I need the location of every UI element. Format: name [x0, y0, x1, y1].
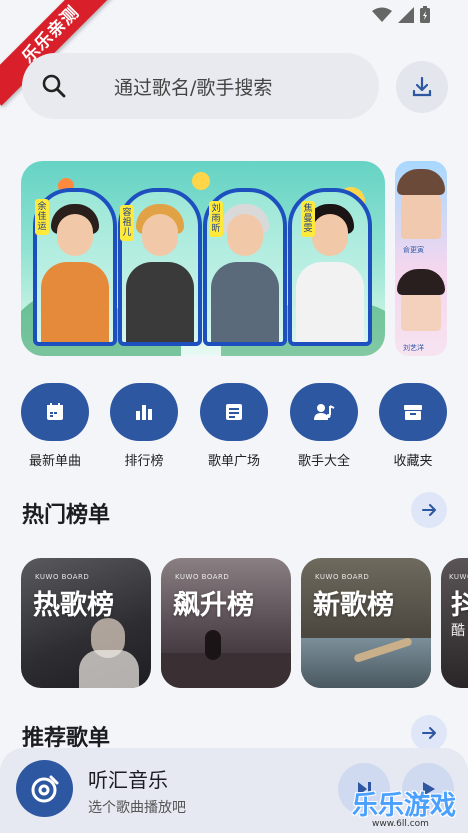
chart-card-hot[interactable]: KUWO BOARD 热歌榜: [21, 558, 151, 688]
nav-latest-singles-button[interactable]: [21, 383, 89, 441]
download-icon: [412, 76, 432, 97]
singer-tag: 余佳运: [35, 199, 49, 235]
chart-card-partial[interactable]: KUWO 抖 酷: [441, 558, 468, 688]
nav-latest-singles[interactable]: 最新单曲: [21, 383, 89, 469]
calendar-icon: [47, 403, 63, 420]
nav-label: 歌单广场: [207, 454, 260, 469]
playlist-icon: [226, 404, 242, 420]
arrow-right-icon: [422, 504, 436, 516]
nav-playlist-square[interactable]: 歌单广场: [200, 383, 268, 469]
singer-tag: 焦曼雯: [301, 201, 315, 237]
arrow-right-icon: [422, 727, 436, 739]
download-button[interactable]: [396, 61, 448, 113]
featured-banner[interactable]: 余佳运 容祖儿 刘雨昕 焦曼雯: [21, 161, 385, 356]
nav-playlist-square-button[interactable]: [200, 383, 268, 441]
side-singer-tag: 俞更寅: [403, 246, 424, 254]
card-board-label: KUWO BOARD: [315, 573, 370, 581]
watermark-text: 乐乐游戏: [352, 791, 457, 821]
status-icons: [372, 6, 430, 23]
side-singer-tag: 刘艺洋: [403, 344, 424, 352]
hot-charts-more-button[interactable]: [411, 492, 447, 528]
chart-card-rising[interactable]: KUWO BOARD 飙升榜: [161, 558, 291, 688]
watermark-logo: 乐乐游戏 www.6ll.com: [352, 785, 468, 833]
player-disc[interactable]: [16, 760, 73, 817]
card-title: 新歌榜: [313, 590, 394, 621]
music-disc-icon: [31, 775, 58, 802]
hot-charts-title: 热门榜单: [22, 503, 111, 528]
bar-chart-icon: [136, 405, 152, 420]
player-title: 听汇音乐: [88, 768, 168, 792]
card-title: 飙升榜: [173, 590, 254, 621]
search-placeholder[interactable]: 通过歌名/歌手搜索: [114, 73, 272, 100]
nav-favorites-button[interactable]: [379, 383, 447, 441]
battery-icon: [420, 6, 430, 23]
archive-icon: [404, 405, 422, 420]
card-board-label: KUWO: [449, 573, 468, 581]
card-title: 热歌榜: [33, 590, 114, 621]
card-subtitle: 酷: [451, 623, 465, 639]
nav-rankings[interactable]: 排行榜: [110, 383, 178, 469]
nav-singers[interactable]: 歌手大全: [290, 383, 358, 469]
nav-rankings-button[interactable]: [110, 383, 178, 441]
search-icon: [22, 73, 86, 99]
watermark-url: www.6ll.com: [372, 819, 429, 829]
card-title: 抖: [451, 590, 468, 621]
nav-label: 歌手大全: [297, 454, 350, 469]
nav-singers-button[interactable]: [290, 383, 358, 441]
nav-label: 收藏夹: [393, 454, 433, 469]
singer-tag: 容祖儿: [120, 205, 134, 241]
signal-icon: [398, 6, 414, 23]
singer-icon: [314, 404, 335, 420]
chart-card-new[interactable]: KUWO BOARD 新歌榜: [301, 558, 431, 688]
nav-label: 最新单曲: [28, 454, 81, 469]
wifi-icon: [372, 7, 392, 22]
singer-tag: 刘雨昕: [209, 201, 223, 237]
next-banner-preview[interactable]: 俞更寅 刘艺洋: [395, 161, 447, 356]
nav-label: 排行榜: [124, 454, 164, 469]
card-board-label: KUWO BOARD: [35, 573, 90, 581]
search-bar[interactable]: 通过歌名/歌手搜索: [22, 53, 379, 119]
nav-favorites[interactable]: 收藏夹: [379, 383, 447, 469]
card-board-label: KUWO BOARD: [175, 573, 230, 581]
player-subtitle: 选个歌曲播放吧: [88, 800, 186, 816]
recommended-more-button[interactable]: [411, 715, 447, 751]
